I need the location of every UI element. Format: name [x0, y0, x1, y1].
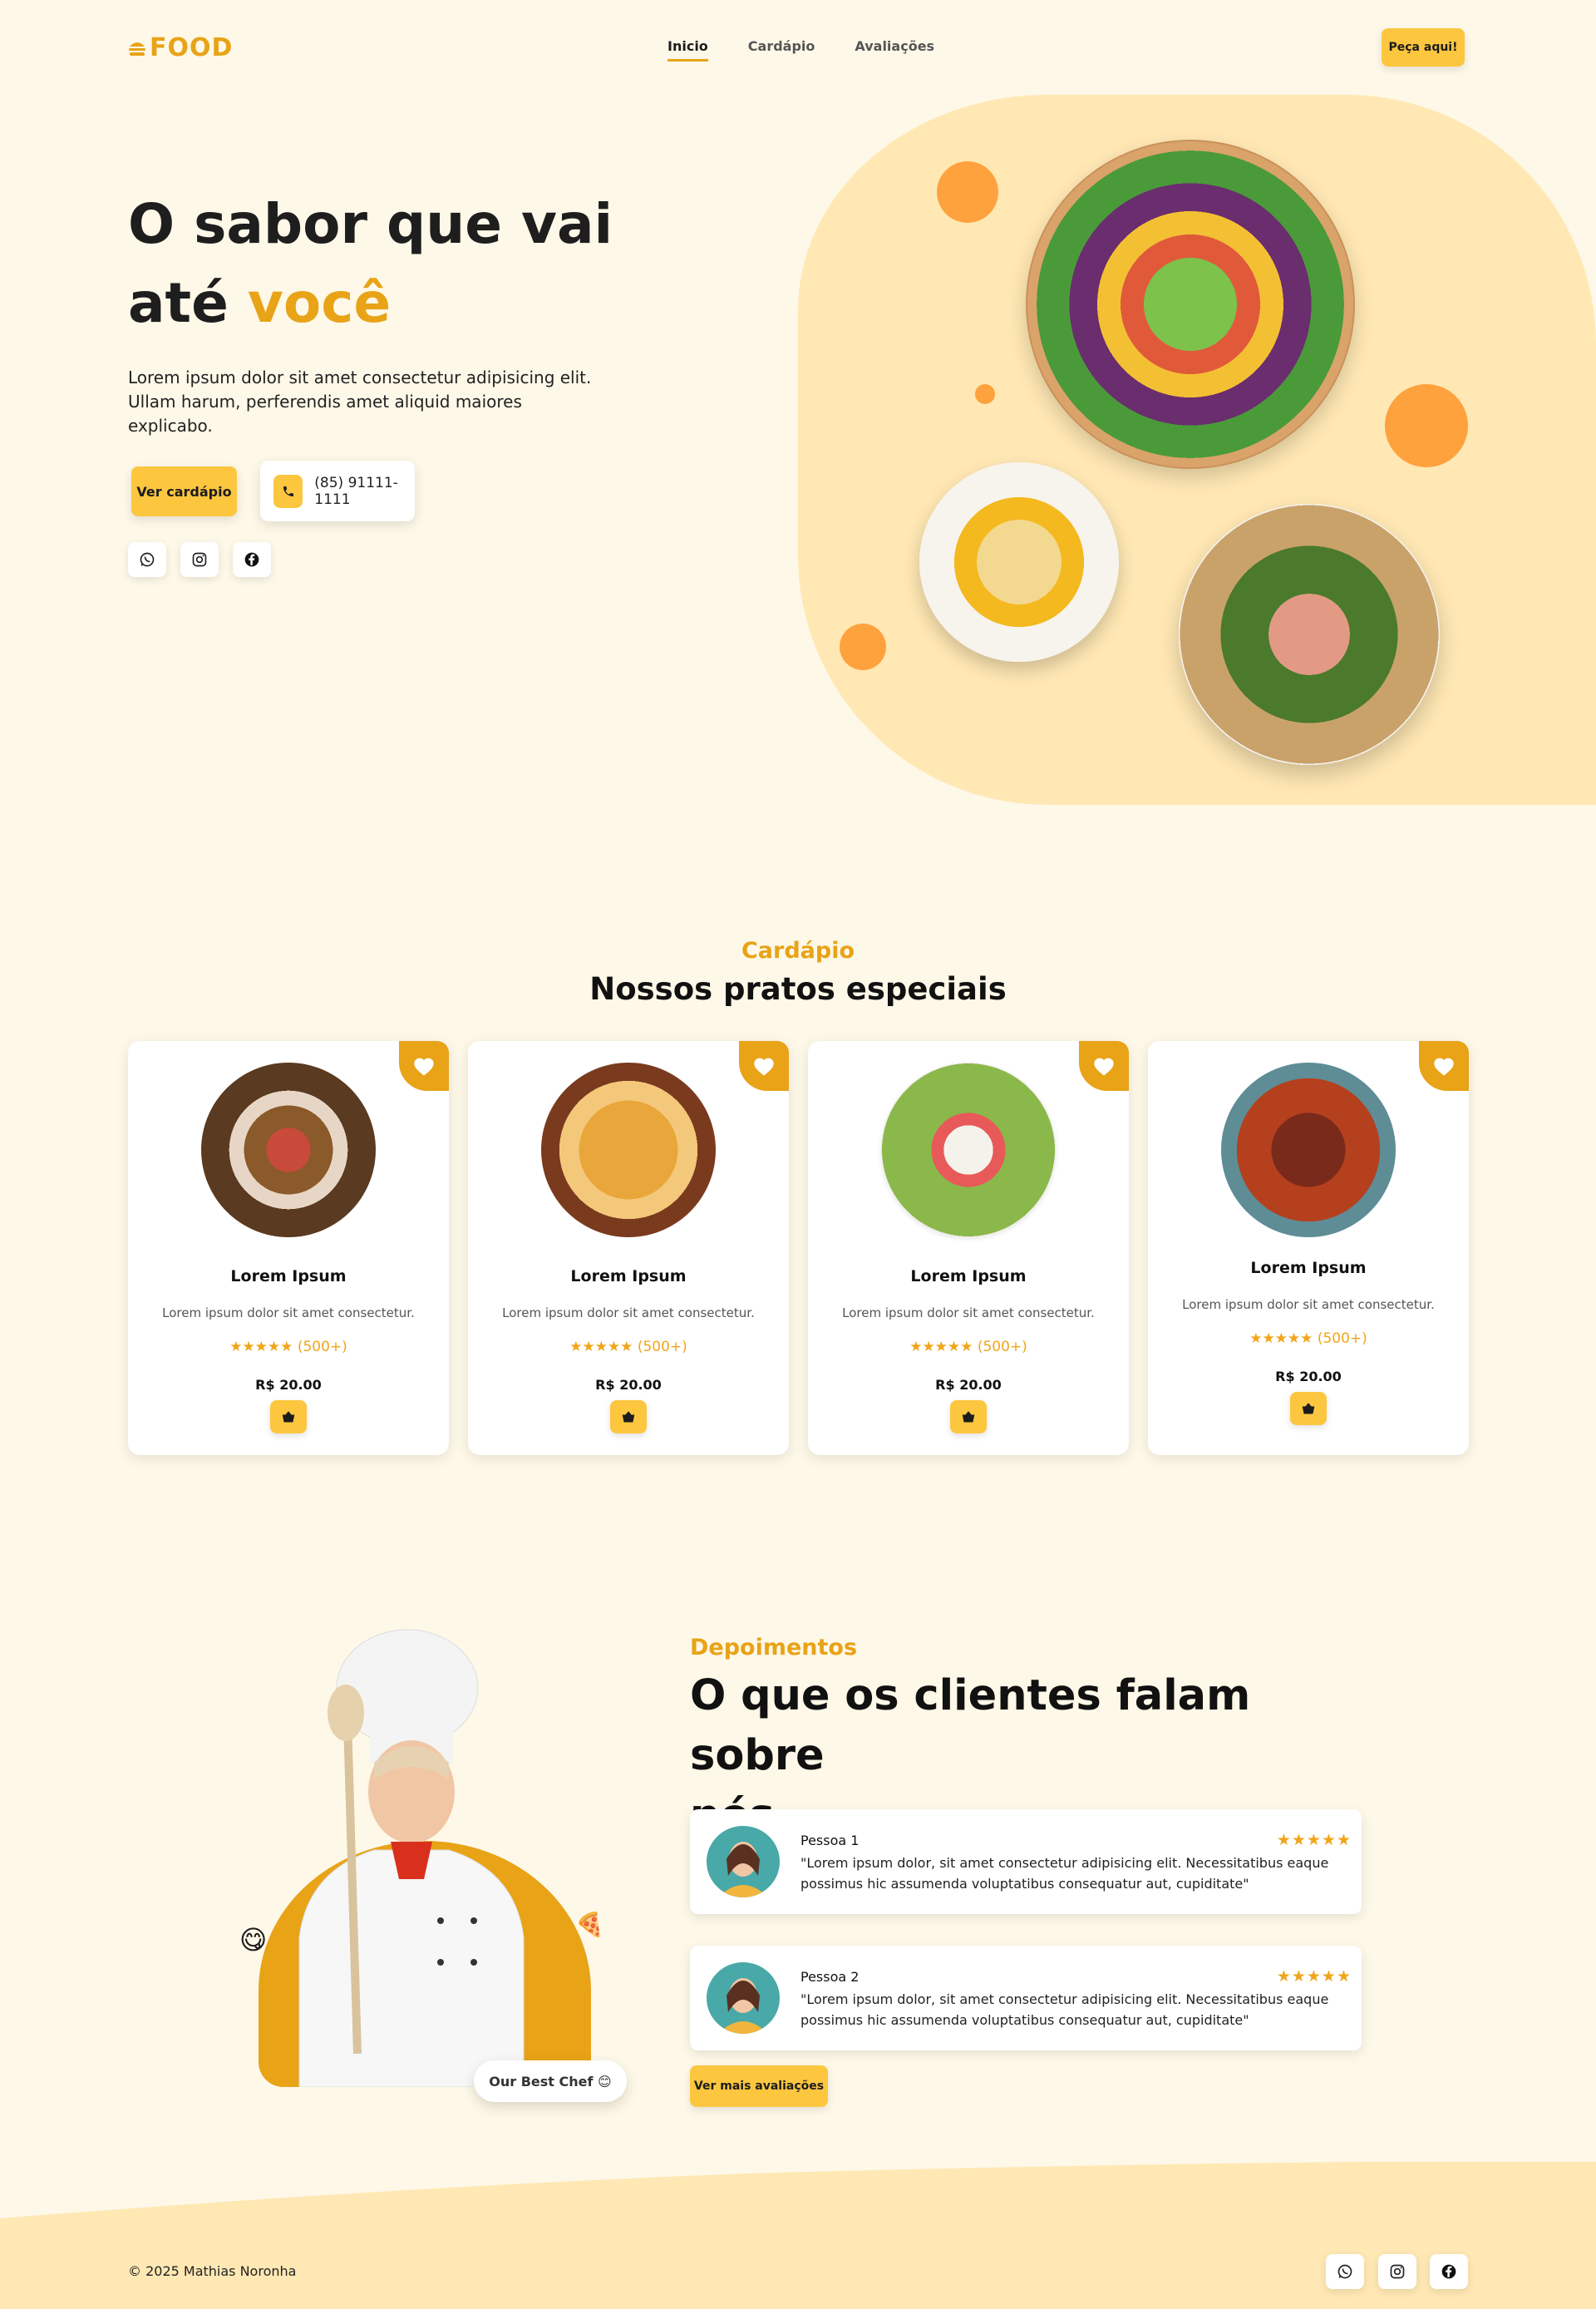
reviewer-name: Pessoa 1: [800, 1833, 860, 1848]
dish-image: [1221, 1063, 1396, 1237]
hero-title-prefix: até: [128, 271, 248, 335]
order-button[interactable]: Peça aqui!: [1382, 28, 1465, 67]
review-count: (500+): [297, 1339, 347, 1355]
star-icons: ★★★★★: [229, 1339, 293, 1355]
facebook-icon[interactable]: [1430, 2254, 1468, 2289]
salad-bowl-image: [1026, 140, 1355, 469]
review-card: Pessoa 1 ★★★★★ "Lorem ipsum dolor, sit a…: [690, 1809, 1362, 1914]
review-count: (500+): [977, 1339, 1027, 1355]
facebook-icon[interactable]: [233, 542, 271, 577]
decorative-circle: [1385, 384, 1468, 467]
basket-icon: [282, 1411, 295, 1423]
favorite-heart-icon[interactable]: [399, 1041, 449, 1091]
menu-card[interactable]: Lorem Ipsum Lorem ipsum dolor sit amet c…: [128, 1041, 449, 1455]
star-icons: ★★★★★: [569, 1339, 633, 1355]
dish-name: Lorem Ipsum: [230, 1267, 347, 1285]
dish-name: Lorem Ipsum: [1250, 1259, 1367, 1277]
hero-title-line1: O sabor que vai: [128, 192, 613, 256]
review-count: (500+): [1317, 1330, 1367, 1347]
avatar: [707, 1826, 780, 1897]
whatsapp-icon[interactable]: [1326, 2254, 1364, 2289]
more-reviews-button[interactable]: Ver mais avaliações: [690, 2065, 828, 2107]
pizza-icon: 🍕: [575, 1911, 604, 1938]
instagram-icon[interactable]: [1378, 2254, 1416, 2289]
review-stars: ★★★★★: [1276, 1831, 1352, 1849]
phone-contact[interactable]: (85) 91111-1111: [260, 461, 415, 521]
dish-rating: ★★★★★ (500+): [128, 1339, 449, 1355]
dish-description: Lorem ipsum dolor sit amet consectetur.: [842, 1305, 1095, 1320]
dish-image: [881, 1063, 1056, 1237]
review-text: "Lorem ipsum dolor, sit amet consectetur…: [800, 1855, 1329, 1892]
dish-description: Lorem ipsum dolor sit amet consectetur.: [162, 1305, 415, 1320]
dish-name: Lorem Ipsum: [910, 1267, 1027, 1285]
phone-icon: [273, 474, 303, 508]
dish-price: R$ 20.00: [935, 1377, 1002, 1393]
view-menu-button[interactable]: Ver cardápio: [131, 466, 237, 516]
decorative-circle: [840, 624, 886, 670]
instagram-icon[interactable]: [180, 542, 219, 577]
nav-avaliacoes[interactable]: Avaliações: [855, 38, 934, 62]
testimonials-kicker: Depoimentos: [690, 1635, 858, 1660]
avatar: [707, 1962, 780, 2034]
dish-price: R$ 20.00: [1275, 1369, 1342, 1384]
review-text: "Lorem ipsum dolor, sit amet consectetur…: [800, 1991, 1329, 2028]
decorative-circle: [975, 384, 995, 404]
chef-image: [298, 1629, 525, 2087]
dish-image: [541, 1063, 716, 1237]
menu-card[interactable]: Lorem Ipsum Lorem ipsum dolor sit amet c…: [468, 1041, 789, 1455]
favorite-heart-icon[interactable]: [1419, 1041, 1469, 1091]
add-to-cart-button[interactable]: [610, 1400, 647, 1433]
hero-title-highlight: você: [247, 271, 392, 335]
ceviche-bowl-image: [919, 462, 1119, 662]
reviewer-name: Pessoa 2: [800, 1969, 860, 1985]
add-to-cart-button[interactable]: [1290, 1392, 1327, 1425]
dish-price: R$ 20.00: [595, 1377, 662, 1393]
dish-price: R$ 20.00: [255, 1377, 322, 1393]
burger-icon: [129, 42, 145, 56]
dish-description: Lorem ipsum dolor sit amet consectetur.: [1182, 1297, 1435, 1312]
salmon-plate-image: [1179, 504, 1440, 765]
logo[interactable]: FOOD: [128, 33, 233, 62]
menu-title: Nossos pratos especiais: [589, 971, 1007, 1007]
hero-title: O sabor que vai até você: [128, 185, 660, 343]
footer-copyright: © 2025 Mathias Noronha: [128, 2263, 297, 2279]
star-icons: ★★★★★: [1249, 1330, 1313, 1347]
nav-inicio[interactable]: Inicio: [667, 38, 708, 62]
review-count: (500+): [637, 1339, 687, 1355]
dish-rating: ★★★★★ (500+): [808, 1339, 1129, 1355]
hero-description: Lorem ipsum dolor sit amet consectetur a…: [128, 368, 592, 436]
menu-card[interactable]: Lorem Ipsum Lorem ipsum dolor sit amet c…: [808, 1041, 1129, 1455]
menu-card[interactable]: Lorem Ipsum Lorem ipsum dolor sit amet c…: [1148, 1041, 1469, 1455]
testimonials-title-line1: O que os clientes falam sobre: [690, 1671, 1251, 1780]
decorative-circle: [937, 161, 998, 223]
emoji-smile-icon: 😋: [239, 1924, 268, 1956]
phone-number: (85) 91111-1111: [314, 474, 398, 508]
review-stars: ★★★★★: [1276, 1967, 1352, 1986]
favorite-heart-icon[interactable]: [739, 1041, 789, 1091]
review-card: Pessoa 2 ★★★★★ "Lorem ipsum dolor, sit a…: [690, 1946, 1362, 2050]
basket-icon: [622, 1411, 635, 1423]
add-to-cart-button[interactable]: [270, 1400, 307, 1433]
nav-cardapio[interactable]: Cardápio: [748, 38, 815, 62]
favorite-heart-icon[interactable]: [1079, 1041, 1129, 1091]
star-icons: ★★★★★: [909, 1339, 973, 1355]
dish-image: [201, 1063, 376, 1237]
whatsapp-icon[interactable]: [128, 542, 166, 577]
chef-badge: Our Best Chef 😊: [474, 2060, 627, 2102]
menu-kicker: Cardápio: [741, 938, 855, 964]
add-to-cart-button[interactable]: [950, 1400, 987, 1433]
dish-description: Lorem ipsum dolor sit amet consectetur.: [502, 1305, 755, 1320]
dish-name: Lorem Ipsum: [570, 1267, 687, 1285]
basket-icon: [962, 1411, 975, 1423]
dish-rating: ★★★★★ (500+): [468, 1339, 789, 1355]
main-nav: Inicio Cardápio Avaliações: [667, 38, 934, 62]
logo-text: FOOD: [150, 33, 234, 62]
dish-rating: ★★★★★ (500+): [1148, 1330, 1469, 1347]
basket-icon: [1302, 1403, 1315, 1414]
